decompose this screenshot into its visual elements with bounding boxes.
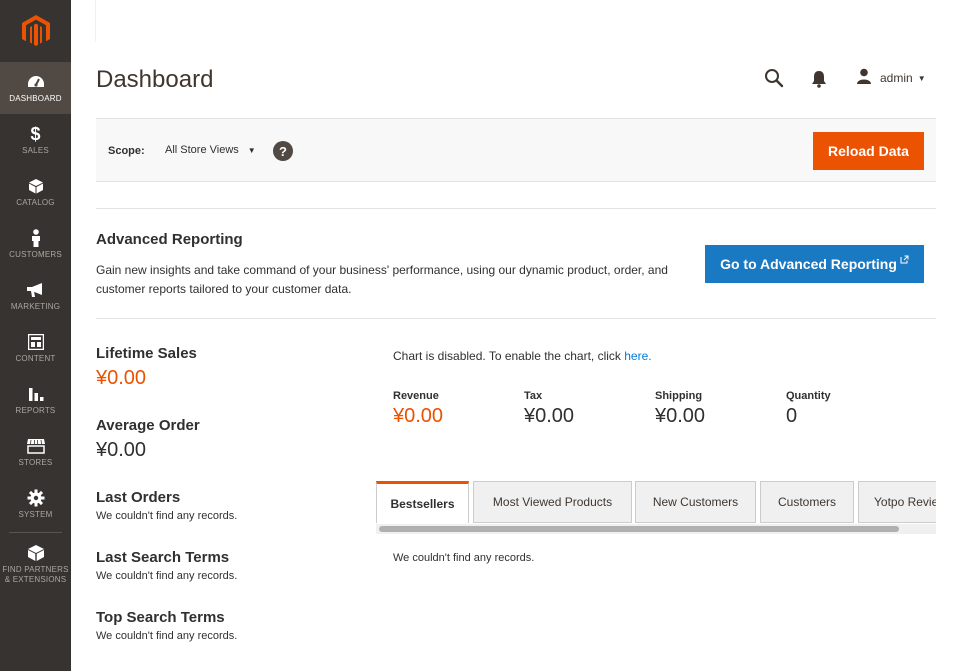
nav-label: CONTENT xyxy=(15,354,56,363)
reload-data-button[interactable]: Reload Data xyxy=(813,132,924,170)
sidebar-divider xyxy=(9,532,62,533)
scope-bar: Scope: All Store Views ▼ ? Reload Data xyxy=(96,118,936,182)
section-divider xyxy=(96,208,936,209)
advanced-reporting-button[interactable]: Go to Advanced Reporting xyxy=(705,245,924,283)
nav-item-reports[interactable]: REPORTS xyxy=(0,374,71,426)
top-search-terms-empty: We couldn't find any records. xyxy=(96,630,238,642)
top-search-terms-title: Top Search Terms xyxy=(96,609,225,626)
average-order-title: Average Order xyxy=(96,417,200,434)
last-search-terms-title: Last Search Terms xyxy=(96,549,230,566)
totals-tax-label: Tax xyxy=(524,390,543,402)
totals-quantity-value: 0 xyxy=(786,405,798,427)
advanced-reporting-text: Gain new insights and take command of yo… xyxy=(96,263,668,296)
page-title: Dashboard xyxy=(96,66,214,93)
lifetime-sales-title: Lifetime Sales xyxy=(96,345,197,362)
section-divider xyxy=(96,318,936,319)
external-link-icon xyxy=(900,255,909,266)
totals-revenue-label: Revenue xyxy=(393,390,439,402)
admin-sidebar: DASHBOARD $ SALES CATALOG CUSTOMERS MARK… xyxy=(0,0,71,671)
tab-content-empty: We couldn't find any records. xyxy=(393,552,535,564)
bell-icon[interactable] xyxy=(810,69,828,89)
top-divider xyxy=(95,0,96,42)
advanced-reporting-title: Advanced Reporting xyxy=(96,231,243,248)
nav-label: SALES xyxy=(22,146,49,155)
nav-item-catalog[interactable]: CATALOG xyxy=(0,166,71,218)
package-icon xyxy=(27,543,45,563)
person-icon xyxy=(30,228,42,248)
nav-label: FIND PARTNERS & EXTENSIONS xyxy=(2,565,69,584)
tab-yotpo-reviews[interactable]: Yotpo Reviews xyxy=(858,481,936,523)
totals-shipping-label: Shipping xyxy=(655,390,703,402)
nav-item-system[interactable]: SYSTEM xyxy=(0,478,71,530)
user-menu[interactable]: admin ▼ xyxy=(856,68,926,88)
last-orders-title: Last Orders xyxy=(96,489,181,506)
help-icon[interactable]: ? xyxy=(273,141,293,161)
nav-label: CATALOG xyxy=(16,198,55,207)
nav-label: REPORTS xyxy=(15,406,56,415)
gear-icon xyxy=(27,488,45,508)
tab-new-customers[interactable]: New Customers xyxy=(635,481,756,523)
nav-label: STORES xyxy=(18,458,53,467)
megaphone-icon xyxy=(26,280,46,300)
totals-revenue-value: ¥0.00 xyxy=(393,405,444,427)
dashboard-gauge-icon xyxy=(27,72,45,92)
user-name: admin xyxy=(880,71,913,85)
scope-switcher[interactable]: All Store Views ▼ xyxy=(165,144,256,156)
storefront-icon xyxy=(26,436,46,456)
totals-tax-value: ¥0.00 xyxy=(524,405,575,427)
search-icon[interactable] xyxy=(764,68,784,88)
dashboard-tabs: Bestsellers Most Viewed Products New Cus… xyxy=(376,481,936,523)
nav-item-dashboard[interactable]: DASHBOARD xyxy=(0,62,71,114)
last-orders-empty: We couldn't find any records. xyxy=(96,510,238,522)
chart-disabled-text: Chart is disabled. To enable the chart, … xyxy=(393,349,621,363)
chevron-down-icon: ▼ xyxy=(917,73,926,83)
totals-quantity-label: Quantity xyxy=(786,390,831,402)
last-search-terms-empty: We couldn't find any records. xyxy=(96,570,238,582)
tab-customers[interactable]: Customers xyxy=(760,481,854,523)
nav-label: MARKETING xyxy=(10,302,61,311)
bar-chart-icon xyxy=(28,384,44,404)
nav-label: CUSTOMERS xyxy=(9,250,62,259)
tabs-scrollbar[interactable] xyxy=(376,524,936,534)
nav-label: DASHBOARD xyxy=(9,94,62,103)
nav-label: SYSTEM xyxy=(18,510,53,519)
scrollbar-thumb[interactable] xyxy=(379,526,899,532)
tab-bestsellers[interactable]: Bestsellers xyxy=(376,481,469,523)
advanced-reporting-button-label: Go to Advanced Reporting xyxy=(720,256,897,272)
nav-item-marketing[interactable]: MARKETING xyxy=(0,270,71,322)
totals-shipping-value: ¥0.00 xyxy=(655,405,706,427)
nav-item-sales[interactable]: $ SALES xyxy=(0,114,71,166)
average-order-value: ¥0.00 xyxy=(96,439,147,461)
scope-label: Scope: xyxy=(108,145,145,157)
user-icon xyxy=(856,68,872,89)
box-icon xyxy=(28,176,44,196)
lifetime-sales-value: ¥0.00 xyxy=(96,367,147,389)
magento-logo-icon[interactable] xyxy=(0,0,71,62)
chart-disabled-message: Chart is disabled. To enable the chart, … xyxy=(393,349,652,363)
nav-item-stores[interactable]: STORES xyxy=(0,426,71,478)
scope-selected: All Store Views xyxy=(165,144,239,156)
chevron-down-icon: ▼ xyxy=(247,145,256,155)
nav-item-content[interactable]: CONTENT xyxy=(0,322,71,374)
layout-icon xyxy=(27,332,44,352)
dollar-icon: $ xyxy=(30,123,41,144)
enable-chart-link[interactable]: here. xyxy=(624,349,651,363)
nav-item-find-partners[interactable]: FIND PARTNERS & EXTENSIONS xyxy=(0,536,71,592)
nav-item-customers[interactable]: CUSTOMERS xyxy=(0,218,71,270)
tab-most-viewed-products[interactable]: Most Viewed Products xyxy=(473,481,632,523)
